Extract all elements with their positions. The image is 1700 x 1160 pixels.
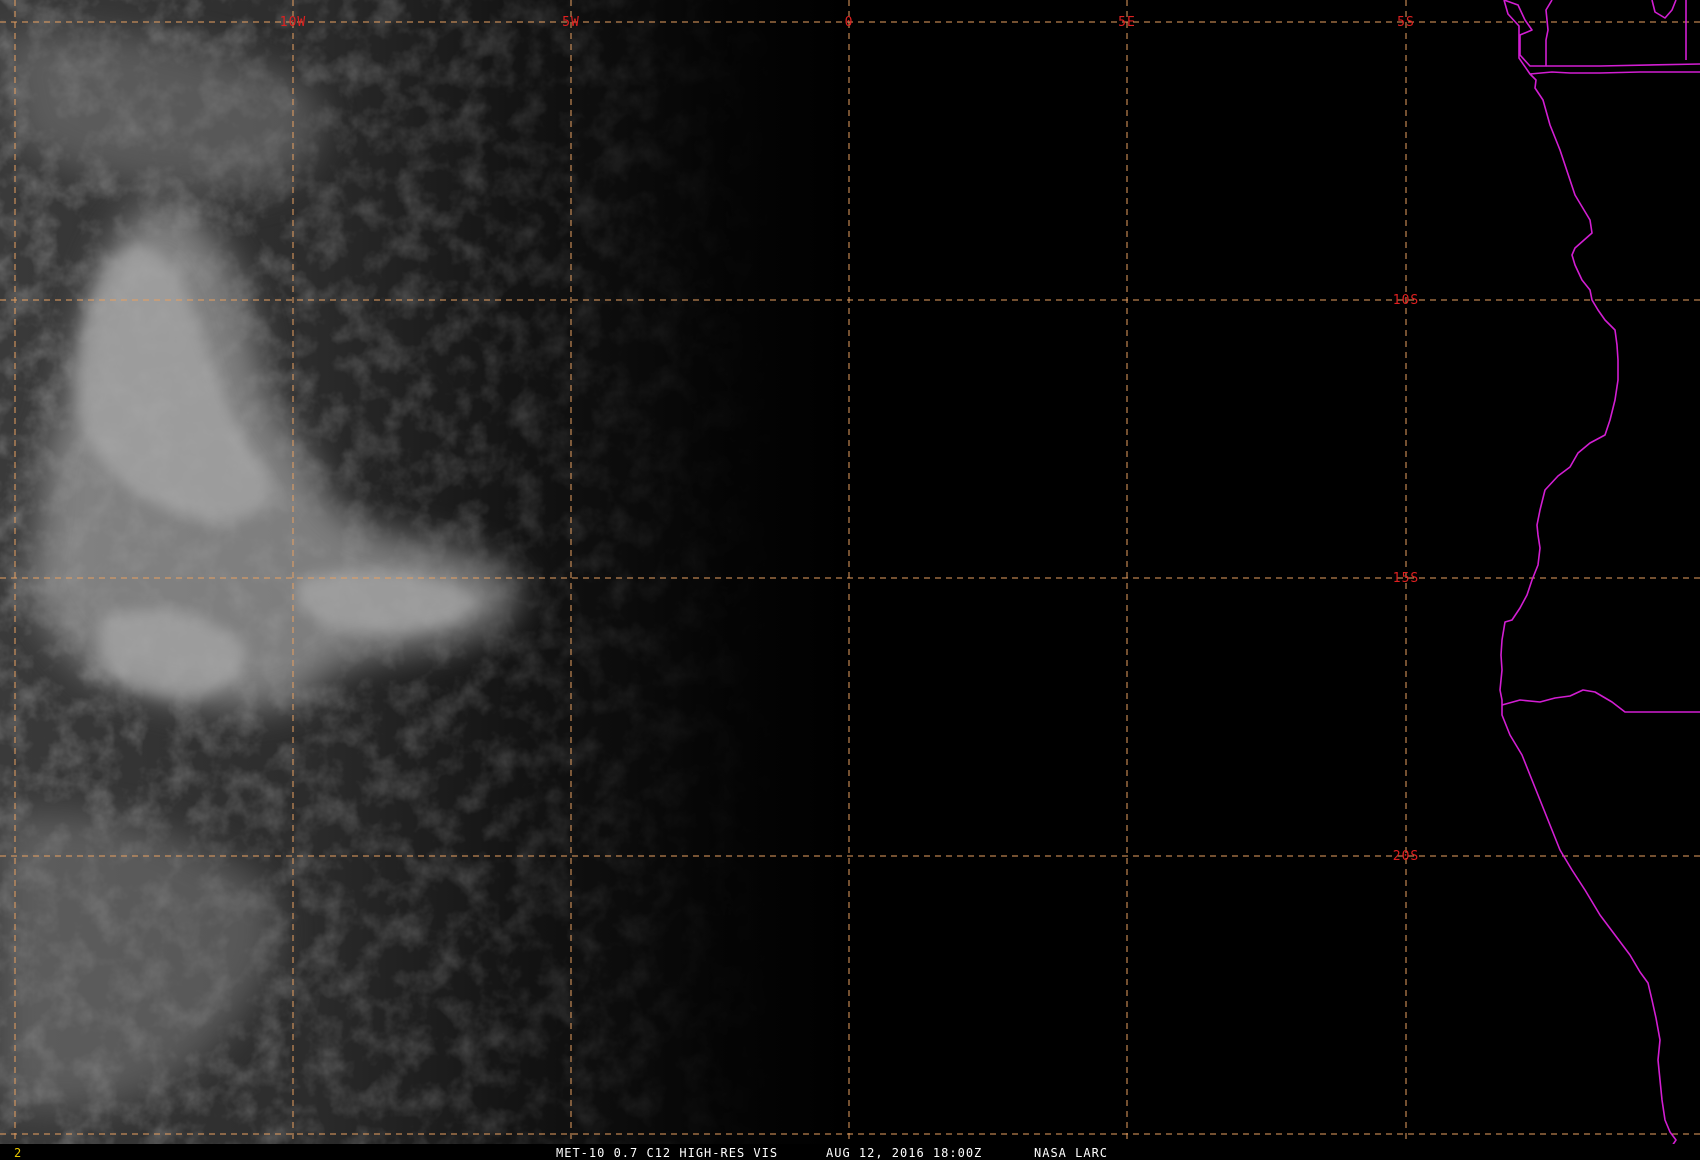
grid-label-10w: 10W	[280, 15, 306, 30]
satellite-map-viewport: 10W 5W 0 5E 5S 10S 15S 20S 2 MET-10 0.7 C12 HIG…	[0, 0, 1700, 1160]
grid-label-15s: 15S	[1393, 571, 1419, 586]
grid-label-5e: 5E	[1118, 15, 1136, 30]
grid-label-20s: 20S	[1393, 849, 1419, 864]
footer-bar: 2 MET-10 0.7 C12 HIGH-RES VIS AUG 12, 20…	[0, 1144, 1700, 1160]
grid-label-5s: 5S	[1397, 15, 1415, 30]
grid-label-10s: 10S	[1393, 293, 1419, 308]
grid-label-0: 0	[845, 15, 854, 30]
satellite-image: 10W 5W 0 5E 5S 10S 15S 20S 2 MET-10 0.7 C12 HIG…	[0, 0, 1700, 1160]
credit-label: NASA LARC	[1034, 1146, 1108, 1160]
product-label: MET-10 0.7 C12 HIGH-RES VIS	[556, 1146, 778, 1160]
frame-number: 2	[14, 1146, 21, 1160]
datetime-label: AUG 12, 2016 18:00Z	[826, 1146, 982, 1160]
grid-label-5w: 5W	[562, 15, 580, 30]
